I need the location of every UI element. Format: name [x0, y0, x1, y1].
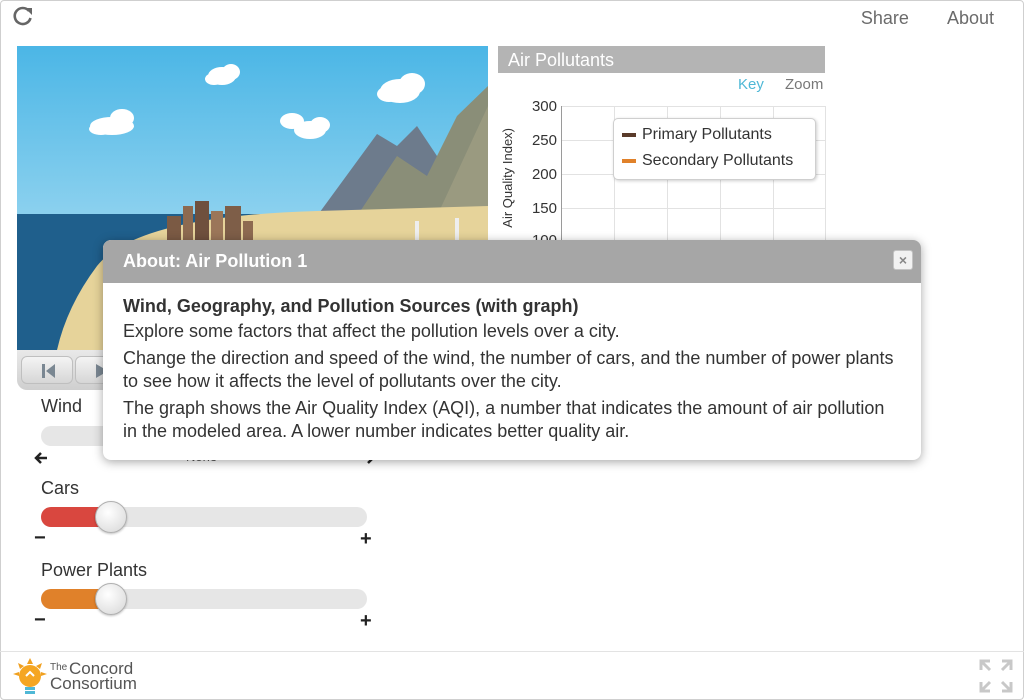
about-dialog: About: Air Pollution 1 × Wind, Geography… — [103, 240, 921, 460]
reset-button[interactable] — [21, 356, 73, 384]
grid-line — [562, 106, 826, 107]
cars-plus[interactable]: + — [360, 528, 372, 551]
legend-label: Secondary Pollutants — [642, 152, 794, 169]
cars-minus[interactable]: − — [34, 527, 46, 550]
legend-label: Primary Pollutants — [642, 126, 772, 143]
y-tick: 150 — [531, 200, 557, 217]
power-plants-minus[interactable]: − — [34, 609, 46, 632]
y-axis-label: Air Quality Index) — [500, 128, 515, 228]
about-link[interactable]: About — [947, 8, 994, 29]
graph-title: Air Pollutants — [498, 46, 825, 73]
dialog-paragraph: Change the direction and speed of the wi… — [123, 348, 894, 391]
footer: The Concord Consortium — [0, 651, 1024, 700]
y-tick: 250 — [531, 132, 557, 149]
wind-label: Wind — [41, 396, 83, 416]
cars-slider-handle[interactable] — [95, 501, 127, 533]
cars-slider[interactable] — [41, 501, 367, 533]
dialog-body: Wind, Geography, and Pollution Sources (… — [103, 283, 921, 459]
power-plants-plus[interactable]: + — [360, 610, 372, 633]
fullscreen-icon[interactable] — [978, 658, 1014, 694]
skip-back-icon — [42, 364, 55, 378]
top-nav: Share About — [861, 8, 994, 29]
grid-line — [562, 208, 826, 209]
share-link[interactable]: Share — [861, 8, 909, 29]
concord-consortium-logo[interactable]: The Concord Consortium — [12, 656, 152, 696]
dialog-subtitle: Wind, Geography, and Pollution Sources (… — [123, 296, 579, 316]
graph-zoom-link[interactable]: Zoom — [785, 76, 823, 93]
cars-label: Cars — [41, 478, 80, 498]
y-tick: 200 — [531, 166, 557, 183]
reload-icon[interactable] — [12, 5, 34, 27]
legend-item: Primary Pollutants — [622, 126, 772, 144]
legend-swatch — [622, 159, 636, 163]
logo-text: The — [50, 662, 68, 673]
dialog-paragraph: Explore some factors that affect the pol… — [123, 321, 620, 341]
power-plants-slider-handle[interactable] — [95, 583, 127, 615]
grid-line — [825, 106, 826, 246]
graph-legend: Primary Pollutants Secondary Pollutants — [613, 118, 816, 180]
legend-swatch — [622, 133, 636, 137]
dialog-title: About: Air Pollution 1 — [103, 240, 921, 283]
graph-key-link[interactable]: Key — [738, 76, 764, 93]
lightbulb-icon — [13, 658, 47, 694]
y-tick: 300 — [531, 98, 557, 115]
close-icon[interactable]: × — [893, 250, 913, 270]
power-plants-slider[interactable] — [41, 583, 367, 615]
power-plants-label: Power Plants — [41, 560, 148, 580]
logo-text: Consortium — [50, 674, 137, 693]
arrow-left-icon — [34, 452, 47, 464]
legend-item: Secondary Pollutants — [622, 152, 793, 170]
dialog-paragraph: The graph shows the Air Quality Index (A… — [123, 398, 885, 441]
